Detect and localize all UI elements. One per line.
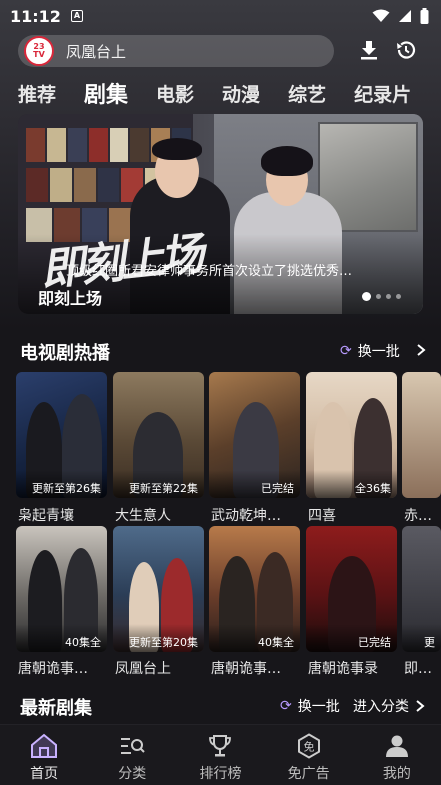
nav-label: 免广告: [287, 766, 330, 782]
poster-card[interactable]: 全36集: [306, 372, 397, 498]
episode-badge: 更新至第22集: [113, 470, 204, 498]
status-bar: 11:12 A: [0, 0, 441, 32]
episode-badge: 更新至第26集: [16, 470, 107, 498]
nav-label: 分类: [118, 766, 147, 782]
status-time: 11:12: [10, 6, 61, 26]
banner-actor-left-hair: [152, 138, 202, 160]
enter-category-button[interactable]: 进入分类: [353, 696, 425, 716]
poster-title[interactable]: 武动乾坤…: [211, 505, 302, 525]
logo-text: TV: [33, 50, 45, 59]
banner-dot[interactable]: [376, 294, 381, 299]
episode-badge: 更: [402, 624, 441, 652]
nav-label: 排行榜: [199, 766, 242, 782]
poster-card[interactable]: 40集全: [16, 526, 107, 652]
hot-refresh-button[interactable]: ⟳ 换一批: [340, 341, 400, 361]
poster-card[interactable]: 已完结: [306, 526, 397, 652]
poster-title[interactable]: 唐朝诡事录: [308, 658, 399, 678]
banner-actor-right-hair: [261, 146, 313, 176]
nav-label: 首页: [30, 766, 59, 782]
poster-title[interactable]: 唐朝诡事…: [211, 658, 302, 678]
featured-banner[interactable]: 即刻上场 顶级红圈所君安律师事务所首次设立了挑选优秀… 即刻上场: [18, 114, 423, 314]
category-search-icon: [119, 733, 145, 759]
episode-badge: 全36集: [306, 470, 397, 498]
enter-category-label: 进入分类: [353, 699, 409, 715]
episode-badge: 更新至第20集: [113, 624, 204, 652]
hot-section-title: 电视剧热播: [20, 343, 110, 364]
latest-section-title: 最新剧集: [20, 698, 92, 719]
poster-card[interactable]: 40集全: [209, 526, 300, 652]
wifi-icon: [372, 9, 390, 22]
refresh-icon: ⟳: [280, 698, 292, 714]
episode-badge: 40集全: [16, 624, 107, 652]
category-tabs: 推荐 剧集 电影 动漫 综艺 纪录片: [18, 78, 439, 108]
poster-card-partial[interactable]: 更: [402, 526, 441, 652]
no-ads-icon: 免: [296, 733, 322, 759]
poster-title[interactable]: 枭起青壤: [18, 505, 109, 525]
bottom-nav: 首页 分类 排行榜 免 免广告 我的: [0, 724, 441, 785]
episode-badge: 已完结: [209, 470, 300, 498]
hot-refresh-label: 换一批: [357, 344, 400, 360]
poster-title[interactable]: 唐朝诡事…: [18, 658, 109, 678]
episode-badge: 40集全: [209, 624, 300, 652]
banner-dot[interactable]: [386, 294, 391, 299]
poster-card[interactable]: 更新至第22集: [113, 372, 204, 498]
banner-title: 即刻上场: [38, 289, 103, 308]
tab-documentary[interactable]: 纪录片: [354, 80, 411, 107]
trophy-icon: [207, 733, 233, 759]
poster-title[interactable]: 四喜: [308, 505, 399, 525]
latest-refresh-label: 换一批: [297, 699, 340, 715]
chevron-right-icon: [416, 700, 425, 712]
tab-recommend[interactable]: 推荐: [18, 80, 56, 107]
banner-description: 顶级红圈所君安律师事务所首次设立了挑选优秀…: [66, 264, 353, 279]
episode-badge: 已完结: [306, 624, 397, 652]
search-bar[interactable]: 23 TV 凤凰台上: [18, 35, 334, 67]
poster-title[interactable]: 赤…: [404, 505, 441, 525]
nav-label: 我的: [382, 766, 411, 782]
nav-home[interactable]: 首页: [2, 733, 86, 783]
banner-dot-active[interactable]: [362, 292, 371, 301]
home-icon: [29, 733, 59, 759]
latest-refresh-button[interactable]: ⟳ 换一批: [280, 696, 340, 716]
poster-card[interactable]: 更新至第20集: [113, 526, 204, 652]
chevron-right-icon[interactable]: [416, 344, 426, 356]
poster-title[interactable]: 大生意人: [115, 505, 206, 525]
refresh-icon: ⟳: [340, 343, 352, 359]
history-icon[interactable]: [395, 39, 417, 61]
nav-ranking[interactable]: 排行榜: [178, 733, 262, 783]
poster-title[interactable]: 即…: [404, 658, 441, 678]
app-logo: 23 TV: [24, 36, 54, 66]
tab-variety[interactable]: 综艺: [288, 80, 326, 107]
search-placeholder: 凤凰台上: [66, 42, 127, 61]
poster-card-partial[interactable]: [402, 372, 441, 498]
tab-anime[interactable]: 动漫: [222, 80, 260, 107]
banner-pagination: [362, 292, 401, 301]
notification-icon: A: [70, 10, 83, 22]
profile-icon: [384, 733, 410, 759]
poster-card[interactable]: 已完结: [209, 372, 300, 498]
download-icon[interactable]: [358, 39, 380, 61]
svg-text:免: 免: [303, 740, 314, 754]
signal-icon: [399, 10, 411, 22]
tab-series[interactable]: 剧集: [84, 77, 128, 109]
nav-category[interactable]: 分类: [90, 733, 174, 783]
banner-dot[interactable]: [396, 294, 401, 299]
nav-no-ads[interactable]: 免 免广告: [267, 733, 351, 783]
tab-movies[interactable]: 电影: [156, 80, 194, 107]
search-row: 23 TV 凤凰台上: [18, 35, 428, 67]
nav-profile[interactable]: 我的: [355, 733, 439, 783]
poster-title[interactable]: 凤凰台上: [115, 658, 206, 678]
battery-icon: [420, 8, 429, 24]
poster-card[interactable]: 更新至第26集: [16, 372, 107, 498]
